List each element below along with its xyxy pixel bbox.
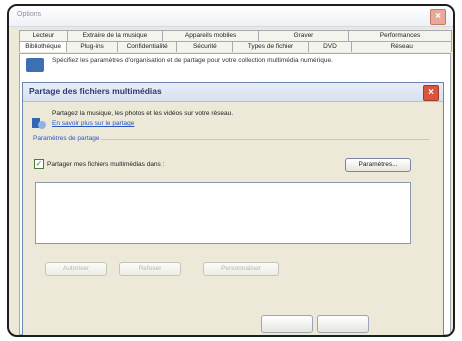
ok-button-partial[interactable]: [261, 315, 313, 333]
share-media-checkbox[interactable]: ✓: [34, 159, 44, 169]
media-sharing-icon: [32, 116, 46, 130]
customize-button[interactable]: Personnaliser: [203, 262, 279, 276]
library-icon: [26, 58, 44, 72]
share-media-label: Partager mes fichiers multimédias dans :: [47, 160, 165, 168]
close-icon: ×: [435, 11, 441, 22]
options-tabs: Lecteur Extraire de la musique Appareils…: [19, 30, 452, 52]
options-close-button[interactable]: ×: [430, 9, 446, 25]
share-media-option[interactable]: ✓ Partager mes fichiers multimédias dans…: [34, 159, 164, 169]
tab-graver[interactable]: Graver: [257, 30, 349, 41]
library-description: Spécifiez les paramètres d'organisation …: [52, 57, 333, 64]
devices-listbox[interactable]: [35, 182, 411, 244]
options-titlebar: Options ×: [9, 6, 453, 27]
dialog-description: Partagez la musique, les photos et les v…: [52, 110, 234, 117]
tab-securite[interactable]: Sécurité: [176, 41, 234, 52]
tab-row-1: Lecteur Extraire de la musique Appareils…: [19, 30, 452, 41]
tab-confidentialite[interactable]: Confidentialité: [116, 41, 178, 52]
dialog-close-button[interactable]: ×: [423, 85, 439, 101]
options-window-title: Options: [17, 11, 42, 18]
tab-plugins[interactable]: Plug-ins: [66, 41, 118, 52]
close-icon: ×: [428, 87, 434, 98]
screenshot-frame: Options × Lecteur Extraire de la musique…: [7, 4, 455, 337]
tab-lecteur[interactable]: Lecteur: [19, 30, 68, 41]
tab-appareils-mobiles[interactable]: Appareils mobiles: [162, 30, 259, 41]
tab-performances[interactable]: Performances: [347, 30, 452, 41]
learn-more-link[interactable]: En savoir plus sur le partage: [52, 120, 134, 127]
media-sharing-dialog: Partage des fichiers multimédias × Parta…: [22, 82, 444, 335]
allow-button[interactable]: Autoriser: [45, 262, 107, 276]
sharing-settings-label: Paramètres de partage: [33, 135, 100, 142]
dialog-title: Partage des fichiers multimédias: [29, 86, 162, 96]
section-divider: [101, 139, 429, 140]
checkmark-icon: ✓: [35, 159, 43, 168]
dialog-titlebar: Partage des fichiers multimédias ×: [23, 83, 443, 102]
tab-bibliotheque[interactable]: Bibliothèque: [19, 41, 68, 52]
deny-button[interactable]: Refuser: [119, 262, 181, 276]
tab-reseau[interactable]: Réseau: [351, 41, 452, 52]
tab-dvd[interactable]: DVD: [307, 41, 353, 52]
cancel-button-partial[interactable]: [317, 315, 369, 333]
tab-extraire-musique[interactable]: Extraire de la musique: [66, 30, 164, 41]
tab-row-2: Bibliothèque Plug-ins Confidentialité Sé…: [19, 41, 452, 52]
tab-types-fichier[interactable]: Types de fichier: [232, 41, 309, 52]
settings-button[interactable]: Paramètres...: [345, 158, 411, 172]
